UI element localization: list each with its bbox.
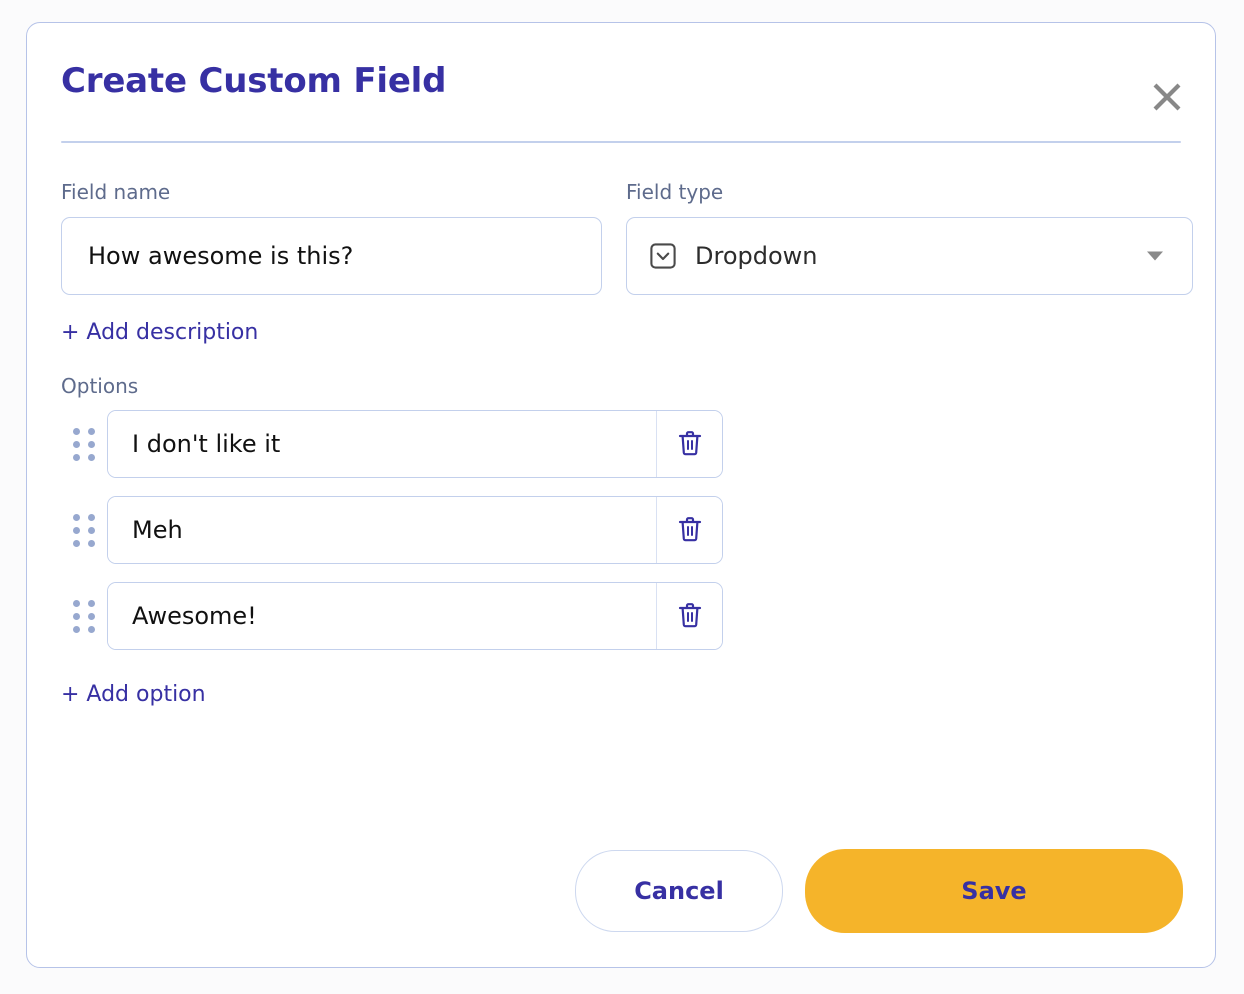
page-title: Create Custom Field: [61, 61, 1181, 101]
drag-handle-dots: [73, 428, 95, 461]
field-row: Field name Field type Dropdown: [61, 179, 1181, 295]
modal-footer: Cancel Save: [27, 849, 1215, 933]
option-control: [107, 410, 723, 478]
field-name-input[interactable]: [61, 217, 602, 295]
field-name-label: Field name: [61, 179, 602, 205]
create-custom-field-modal: Create Custom Field Field name Field typ…: [26, 22, 1216, 968]
drag-handle-dots: [73, 600, 95, 633]
cancel-button[interactable]: Cancel: [575, 850, 783, 932]
field-type-value: Dropdown: [695, 242, 1146, 270]
drag-handle-icon[interactable]: [61, 594, 107, 638]
delete-option-button[interactable]: [657, 583, 722, 649]
dropdown-square-chevron-icon: [649, 242, 677, 270]
close-icon: [1150, 80, 1184, 114]
list-item: [61, 409, 1181, 479]
list-item: [61, 581, 1181, 651]
options-label: Options: [61, 373, 1181, 399]
add-description-link[interactable]: + Add description: [61, 319, 258, 347]
trash-icon: [677, 515, 703, 546]
modal-header: Create Custom Field: [27, 23, 1215, 127]
close-button[interactable]: [1145, 75, 1189, 119]
option-input[interactable]: [108, 497, 657, 563]
field-type-group: Field type Dropdown: [626, 179, 1193, 295]
caret-down-icon: [1146, 247, 1164, 265]
options-list: [61, 409, 1181, 651]
drag-handle-icon[interactable]: [61, 422, 107, 466]
modal-body: Field name Field type Dropdown: [27, 143, 1215, 709]
trash-icon: [677, 429, 703, 460]
save-button[interactable]: Save: [805, 849, 1183, 933]
field-name-group: Field name: [61, 179, 602, 295]
list-item: [61, 495, 1181, 565]
field-type-select[interactable]: Dropdown: [626, 217, 1193, 295]
trash-icon: [677, 601, 703, 632]
option-control: [107, 582, 723, 650]
drag-handle-dots: [73, 514, 95, 547]
add-option-link[interactable]: + Add option: [61, 681, 206, 709]
drag-handle-icon[interactable]: [61, 508, 107, 552]
option-control: [107, 496, 723, 564]
delete-option-button[interactable]: [657, 411, 722, 477]
option-input[interactable]: [108, 411, 657, 477]
delete-option-button[interactable]: [657, 497, 722, 563]
option-input[interactable]: [108, 583, 657, 649]
field-type-label: Field type: [626, 179, 1193, 205]
